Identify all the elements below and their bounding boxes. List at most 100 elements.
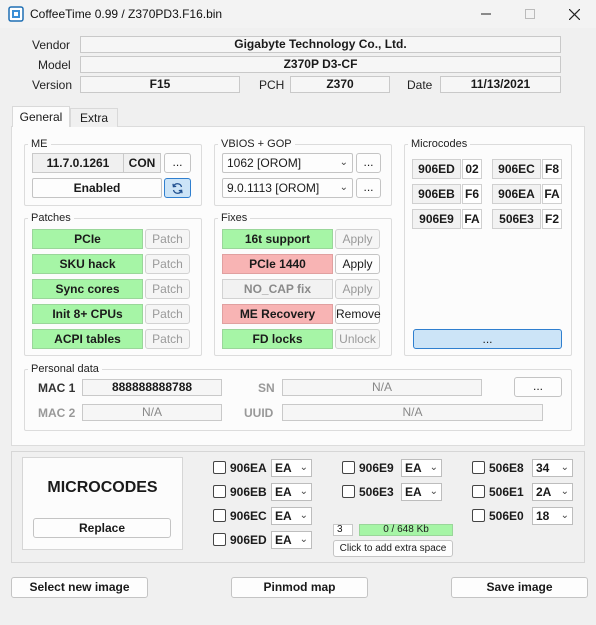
me-more-button[interactable]: ... bbox=[164, 153, 191, 173]
fix-no-cap[interactable]: NO_CAP fix bbox=[222, 279, 333, 299]
vbios-more-button[interactable]: ... bbox=[356, 153, 381, 173]
me-group-title: ME bbox=[28, 138, 51, 151]
microcode-checkbox-label: 506E3 bbox=[359, 485, 394, 499]
microcode-rev: FA bbox=[462, 209, 482, 229]
microcode-select-value: 2A bbox=[536, 485, 552, 499]
space-progress: 0 / 648 Kb bbox=[359, 524, 453, 536]
microcode-checkbox[interactable] bbox=[342, 461, 355, 474]
microcode-select[interactable]: EA ⌄ bbox=[271, 507, 312, 525]
app-icon bbox=[8, 6, 24, 22]
model-field: Z370P D3-CF bbox=[80, 56, 561, 73]
pinmod-map-button[interactable]: Pinmod map bbox=[231, 577, 368, 598]
fix-me-recovery[interactable]: ME Recovery bbox=[222, 304, 333, 324]
sn-label: SN bbox=[258, 381, 275, 395]
microcode-cpuid: 906EC bbox=[492, 159, 541, 179]
microcode-checkbox[interactable] bbox=[472, 461, 485, 474]
microcode-select[interactable]: EA ⌄ bbox=[271, 483, 312, 501]
microcode-checkbox[interactable] bbox=[213, 461, 226, 474]
chevron-down-icon: ⌄ bbox=[560, 486, 569, 497]
patch-pcie-button[interactable]: Patch bbox=[145, 229, 190, 249]
tab-general[interactable]: General bbox=[12, 106, 70, 127]
microcode-select-value: EA bbox=[405, 485, 422, 499]
patch-acpi-tables[interactable]: ACPI tables bbox=[32, 329, 143, 349]
maximize-button[interactable] bbox=[508, 0, 552, 28]
microcode-select-value: EA bbox=[275, 461, 292, 475]
date-field: 11/13/2021 bbox=[440, 76, 561, 93]
fix-pcie-1440-button[interactable]: Apply bbox=[335, 254, 380, 274]
fix-pcie-1440[interactable]: PCIe 1440 bbox=[222, 254, 333, 274]
gop-more-button[interactable]: ... bbox=[356, 178, 381, 198]
patch-sync-cores[interactable]: Sync cores bbox=[32, 279, 143, 299]
microcode-rev: 02 bbox=[462, 159, 482, 179]
me-version-field: 11.7.0.1261 bbox=[32, 153, 124, 173]
chevron-down-icon: ⌄ bbox=[429, 486, 438, 497]
patch-acpi-tables-button[interactable]: Patch bbox=[145, 329, 190, 349]
fix-fd-locks-button[interactable]: Unlock bbox=[335, 329, 380, 349]
microcode-checkbox[interactable] bbox=[472, 509, 485, 522]
microcode-select-value: EA bbox=[405, 461, 422, 475]
save-image-button[interactable]: Save image bbox=[451, 577, 588, 598]
patch-sku-hack-button[interactable]: Patch bbox=[145, 254, 190, 274]
microcode-checkbox-label: 906EC bbox=[230, 509, 267, 523]
microcode-checkbox[interactable] bbox=[342, 485, 355, 498]
vbios-select[interactable]: 1062 [OROM] ⌄ bbox=[222, 153, 353, 173]
patches-group-title: Patches bbox=[28, 212, 74, 225]
me-status-button[interactable]: Enabled bbox=[32, 178, 162, 198]
tab-extra[interactable]: Extra bbox=[70, 108, 118, 127]
personal-more-button[interactable]: ... bbox=[514, 377, 562, 397]
microcode-checkbox-label: 906EB bbox=[230, 485, 267, 499]
microcode-select[interactable]: EA ⌄ bbox=[401, 483, 442, 501]
me-refresh-button[interactable] bbox=[164, 178, 191, 198]
microcode-cpuid: 906E9 bbox=[412, 209, 461, 229]
replace-button[interactable]: Replace bbox=[33, 518, 171, 538]
chevron-down-icon: ⌄ bbox=[299, 462, 308, 473]
microcode-cpuid: 906EA bbox=[492, 184, 541, 204]
microcode-select-value: EA bbox=[275, 485, 292, 499]
fix-16t-support-button[interactable]: Apply bbox=[335, 229, 380, 249]
patch-sku-hack[interactable]: SKU hack bbox=[32, 254, 143, 274]
mac2-label: MAC 2 bbox=[38, 406, 76, 420]
microcode-select[interactable]: EA ⌄ bbox=[271, 459, 312, 477]
microcode-select-value: 18 bbox=[536, 509, 550, 523]
microcode-select[interactable]: EA ⌄ bbox=[401, 459, 442, 477]
microcode-select-value: EA bbox=[275, 533, 292, 547]
refresh-icon bbox=[172, 182, 183, 194]
gop-select[interactable]: 9.0.1113 [OROM] ⌄ bbox=[222, 178, 353, 198]
mac2-field: N/A bbox=[82, 404, 222, 421]
close-button[interactable] bbox=[552, 0, 596, 28]
model-label: Model bbox=[38, 58, 71, 72]
add-space-button[interactable]: Click to add extra space bbox=[333, 540, 453, 557]
chevron-down-icon: ⌄ bbox=[299, 534, 308, 545]
microcode-checkbox[interactable] bbox=[213, 509, 226, 522]
fix-16t-support[interactable]: 16t support bbox=[222, 229, 333, 249]
microcode-select[interactable]: EA ⌄ bbox=[271, 531, 312, 549]
vendor-field: Gigabyte Technology Co., Ltd. bbox=[80, 36, 561, 53]
patch-pcie[interactable]: PCIe bbox=[32, 229, 143, 249]
microcode-checkbox[interactable] bbox=[213, 485, 226, 498]
microcode-checkbox-label: 506E1 bbox=[489, 485, 524, 499]
microcode-checkbox[interactable] bbox=[213, 533, 226, 546]
space-progress-text: 0 / 648 Kb bbox=[383, 524, 429, 535]
minimize-button[interactable] bbox=[464, 0, 508, 28]
select-image-button[interactable]: Select new image bbox=[11, 577, 148, 598]
chevron-down-icon: ⌄ bbox=[560, 462, 569, 473]
mac1-field: 888888888788 bbox=[82, 379, 222, 396]
fix-me-recovery-button[interactable]: Remove bbox=[335, 304, 381, 324]
fix-no-cap-button[interactable]: Apply bbox=[335, 279, 380, 299]
microcode-checkbox[interactable] bbox=[472, 485, 485, 498]
uuid-label: UUID bbox=[244, 406, 274, 420]
patch-init-cpus-button[interactable]: Patch bbox=[145, 304, 190, 324]
microcode-rev: FA bbox=[542, 184, 562, 204]
personal-data-title: Personal data bbox=[28, 363, 102, 376]
microcode-select[interactable]: 18 ⌄ bbox=[532, 507, 573, 525]
mac1-label: MAC 1 bbox=[38, 381, 76, 395]
version-field: F15 bbox=[80, 76, 240, 93]
microcodes-more-button[interactable]: ... bbox=[413, 329, 562, 349]
patch-sync-cores-button[interactable]: Patch bbox=[145, 279, 190, 299]
patch-init-cpus[interactable]: Init 8+ CPUs bbox=[32, 304, 143, 324]
fix-fd-locks[interactable]: FD locks bbox=[222, 329, 333, 349]
chevron-down-icon: ⌄ bbox=[560, 510, 569, 521]
microcode-cpuid: 906EB bbox=[412, 184, 461, 204]
microcode-select[interactable]: 2A ⌄ bbox=[532, 483, 573, 501]
microcode-select[interactable]: 34 ⌄ bbox=[532, 459, 573, 477]
